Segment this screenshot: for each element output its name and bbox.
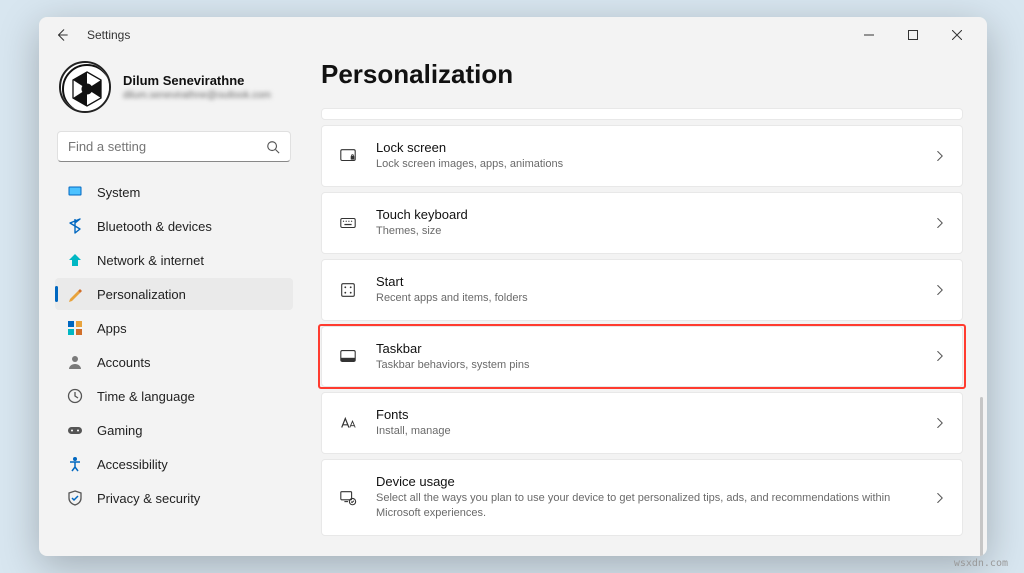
profile-name: Dilum Senevirathne [123, 73, 271, 88]
chevron-right-icon [934, 350, 946, 362]
chevron-right-icon [934, 417, 946, 429]
chevron-right-icon [934, 217, 946, 229]
nav-item-system[interactable]: System [55, 176, 293, 208]
card-title: Fonts [376, 407, 916, 422]
card-subtitle: Install, manage [376, 424, 916, 439]
chevron-right-icon [934, 150, 946, 162]
profile-block[interactable]: Dilum Senevirathne dilum.senevirathne@ou… [55, 53, 293, 127]
card-fonts[interactable]: Fonts Install, manage [321, 392, 963, 454]
nav-item-label: Time & language [97, 389, 195, 404]
nav-item-label: Gaming [97, 423, 143, 438]
minimize-button[interactable] [847, 20, 891, 50]
app-title: Settings [87, 28, 130, 42]
nav-item-personalization[interactable]: Personalization [55, 278, 293, 310]
start-icon [338, 280, 358, 300]
gaming-icon [67, 422, 83, 438]
nav-item-label: Accessibility [97, 457, 168, 472]
search-icon [266, 140, 280, 154]
personalization-icon [67, 286, 83, 302]
deviceusage-icon [338, 488, 358, 508]
nav-item-accounts[interactable]: Accounts [55, 346, 293, 378]
accessibility-icon [67, 456, 83, 472]
nav-item-label: Privacy & security [97, 491, 200, 506]
bluetooth-icon [67, 218, 83, 234]
profile-email: dilum.senevirathne@outlook.com [123, 90, 271, 101]
system-icon [67, 184, 83, 200]
window-controls [847, 20, 979, 50]
card-subtitle: Themes, size [376, 224, 916, 239]
watermark: wsxdn.com [954, 558, 1008, 569]
nav-item-accessibility[interactable]: Accessibility [55, 448, 293, 480]
chevron-right-icon [934, 284, 946, 296]
card-subtitle: Select all the ways you plan to use your… [376, 491, 916, 521]
card-device-usage[interactable]: Device usage Select all the ways you plan… [321, 459, 963, 536]
nav-item-label: System [97, 185, 140, 200]
main-panel: Personalization Lock screen Lock screen i… [303, 53, 987, 556]
nav-item-apps[interactable]: Apps [55, 312, 293, 344]
nav-item-bluetooth-devices[interactable]: Bluetooth & devices [55, 210, 293, 242]
lockscreen-icon [338, 146, 358, 166]
page-title: Personalization [321, 53, 963, 108]
scrollbar-thumb[interactable] [980, 397, 983, 556]
search-input[interactable] [68, 139, 266, 154]
card-start[interactable]: Start Recent apps and items, folders [321, 259, 963, 321]
sidebar: Dilum Senevirathne dilum.senevirathne@ou… [39, 53, 303, 556]
card-taskbar[interactable]: Taskbar Taskbar behaviors, system pins [321, 326, 963, 388]
fonts-icon [338, 413, 358, 433]
settings-window: Settings [39, 17, 987, 556]
nav-item-label: Bluetooth & devices [97, 219, 212, 234]
time-icon [67, 388, 83, 404]
card-subtitle: Taskbar behaviors, system pins [376, 358, 916, 373]
titlebar: Settings [39, 17, 987, 53]
network-icon [67, 252, 83, 268]
touchkeyboard-icon [338, 213, 358, 233]
card-subtitle: Recent apps and items, folders [376, 291, 916, 306]
nav-item-time-language[interactable]: Time & language [55, 380, 293, 412]
card-partial-above[interactable] [321, 108, 963, 120]
back-button[interactable] [47, 20, 77, 50]
card-title: Device usage [376, 474, 916, 489]
card-lock-screen[interactable]: Lock screen Lock screen images, apps, ani… [321, 125, 963, 187]
nav-item-label: Personalization [97, 287, 186, 302]
nav-item-label: Accounts [97, 355, 150, 370]
card-title: Taskbar [376, 341, 916, 356]
card-subtitle: Lock screen images, apps, animations [376, 157, 916, 172]
apps-icon [67, 320, 83, 336]
nav-list: System Bluetooth & devices Network & inter… [55, 176, 293, 514]
accounts-icon [67, 354, 83, 370]
card-title: Lock screen [376, 140, 916, 155]
privacy-icon [67, 490, 83, 506]
nav-item-label: Apps [97, 321, 127, 336]
maximize-button[interactable] [891, 20, 935, 50]
close-button[interactable] [935, 20, 979, 50]
nav-item-gaming[interactable]: Gaming [55, 414, 293, 446]
card-title: Start [376, 274, 916, 289]
card-title: Touch keyboard [376, 207, 916, 222]
taskbar-icon [338, 346, 358, 366]
card-touch-keyboard[interactable]: Touch keyboard Themes, size [321, 192, 963, 254]
avatar [59, 61, 111, 113]
nav-item-network-internet[interactable]: Network & internet [55, 244, 293, 276]
search-box[interactable] [57, 131, 291, 162]
settings-card-list: Lock screen Lock screen images, apps, ani… [321, 108, 963, 536]
nav-item-label: Network & internet [97, 253, 204, 268]
nav-item-privacy-security[interactable]: Privacy & security [55, 482, 293, 514]
chevron-right-icon [934, 492, 946, 504]
